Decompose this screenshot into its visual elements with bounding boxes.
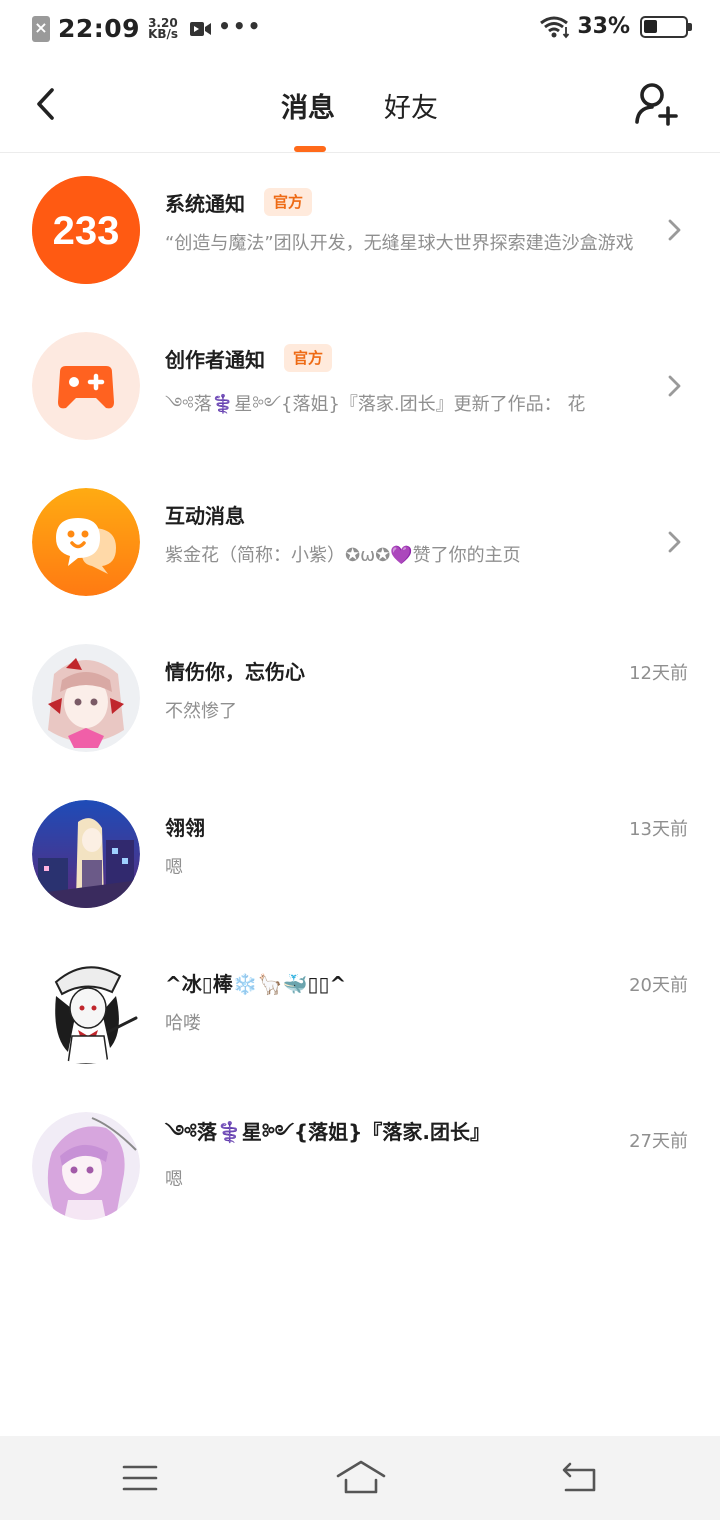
conversation-time: 12天前 bbox=[629, 663, 688, 684]
conversation-title: ^冰▯棒❄️🦙🐳▯▯^ bbox=[165, 971, 347, 996]
list-item-chat[interactable]: 情伤你，忘伤心 不然惨了 12天前 bbox=[0, 621, 720, 777]
system-navigation-bar bbox=[0, 1436, 720, 1520]
list-item-chat[interactable]: 翎翎 嗯 13天前 bbox=[0, 777, 720, 933]
battery-level bbox=[644, 19, 657, 33]
conversation-time: 13天前 bbox=[629, 819, 688, 840]
back-icon[interactable] bbox=[558, 1458, 602, 1498]
status-bar: 22:09 3.20 KB/s ••• 33% bbox=[0, 0, 720, 58]
official-badge: 官方 bbox=[264, 188, 313, 216]
list-item-chat[interactable]: ༺落‍⚕️‍星༻{落姐}『落家.团长』 嗯 27天前 bbox=[0, 1089, 720, 1245]
conversation-preview: 紫金花（简称：小紫）✪ω✪💜赞了你的主页 bbox=[165, 545, 521, 566]
battery-percent: 33% bbox=[577, 14, 630, 39]
avatar bbox=[32, 956, 140, 1064]
conversation-preview: “创造与魔法”团队开发，无缝星球大世界探索建造沙盒游戏 bbox=[165, 233, 634, 254]
conversation-preview: 哈喽 bbox=[165, 1013, 201, 1034]
active-tab-indicator bbox=[294, 146, 326, 152]
network-speed-unit: KB/s bbox=[148, 26, 179, 41]
conversation-title: 互动消息 bbox=[165, 503, 245, 528]
conversation-preview: 不然惨了 bbox=[165, 701, 237, 722]
no-sim-icon bbox=[32, 15, 50, 42]
status-time: 22:09 bbox=[58, 14, 141, 43]
home-icon[interactable] bbox=[336, 1458, 386, 1498]
chat-bubble-face-icon bbox=[32, 488, 140, 596]
list-item-creator-notification[interactable]: 创作者通知 官方 ༺落‍⚕️‍星༻{落姐}『落家.团长』更新了作品： 花 bbox=[0, 309, 720, 465]
chevron-right-icon bbox=[668, 219, 681, 241]
wifi-icon bbox=[540, 16, 570, 38]
conversation-time: 27天前 bbox=[629, 1131, 688, 1152]
gamepad-plus-icon bbox=[32, 332, 140, 440]
conversation-title: ༺落‍⚕️‍星༻{落姐}『落家.团长』 bbox=[165, 1120, 490, 1144]
avatar-logo-text: 233 bbox=[53, 209, 120, 253]
conversation-preview: 嗯 bbox=[165, 1169, 183, 1190]
list-item-system-notification[interactable]: 233 系统通知 官方 “创造与魔法”团队开发，无缝星球大世界探索建造沙盒游戏 bbox=[0, 153, 720, 309]
top-bar: 消息 好友 bbox=[0, 58, 720, 153]
conversation-preview: 嗯 bbox=[165, 857, 183, 878]
avatar bbox=[32, 1112, 140, 1220]
video-icon bbox=[190, 21, 212, 36]
conversation-title: 翎翎 bbox=[165, 815, 205, 840]
back-arrow-icon[interactable] bbox=[30, 84, 66, 124]
list-item-interaction-messages[interactable]: 互动消息 紫金花（简称：小紫）✪ω✪💜赞了你的主页 bbox=[0, 465, 720, 621]
avatar bbox=[32, 644, 140, 752]
conversation-title: 创作者通知 bbox=[165, 347, 265, 372]
chevron-right-icon bbox=[668, 531, 681, 553]
conversation-title: 情伤你，忘伤心 bbox=[165, 659, 305, 684]
battery-icon bbox=[640, 15, 692, 38]
tab-messages[interactable]: 消息 bbox=[281, 86, 335, 125]
more-notifications-icon: ••• bbox=[218, 13, 263, 38]
conversation-preview: ༺落‍⚕️‍星༻{落姐}『落家.团长』更新了作品： 花 bbox=[165, 394, 585, 415]
233-logo-icon: 233 bbox=[32, 176, 140, 284]
avatar bbox=[32, 800, 140, 908]
list-item-chat[interactable]: ^冰▯棒❄️🦙🐳▯▯^ 哈喽 20天前 bbox=[0, 933, 720, 1089]
tab-friends[interactable]: 好友 bbox=[384, 86, 438, 125]
chevron-right-icon bbox=[668, 375, 681, 397]
menu-icon[interactable] bbox=[118, 1458, 162, 1498]
add-friend-icon[interactable] bbox=[632, 80, 680, 128]
conversation-title: 系统通知 bbox=[165, 191, 245, 216]
conversation-time: 20天前 bbox=[629, 975, 688, 996]
official-badge: 官方 bbox=[284, 344, 333, 372]
network-speed: 3.20 KB/s bbox=[148, 17, 179, 41]
message-list: 233 系统通知 官方 “创造与魔法”团队开发，无缝星球大世界探索建造沙盒游戏 … bbox=[0, 153, 720, 1245]
